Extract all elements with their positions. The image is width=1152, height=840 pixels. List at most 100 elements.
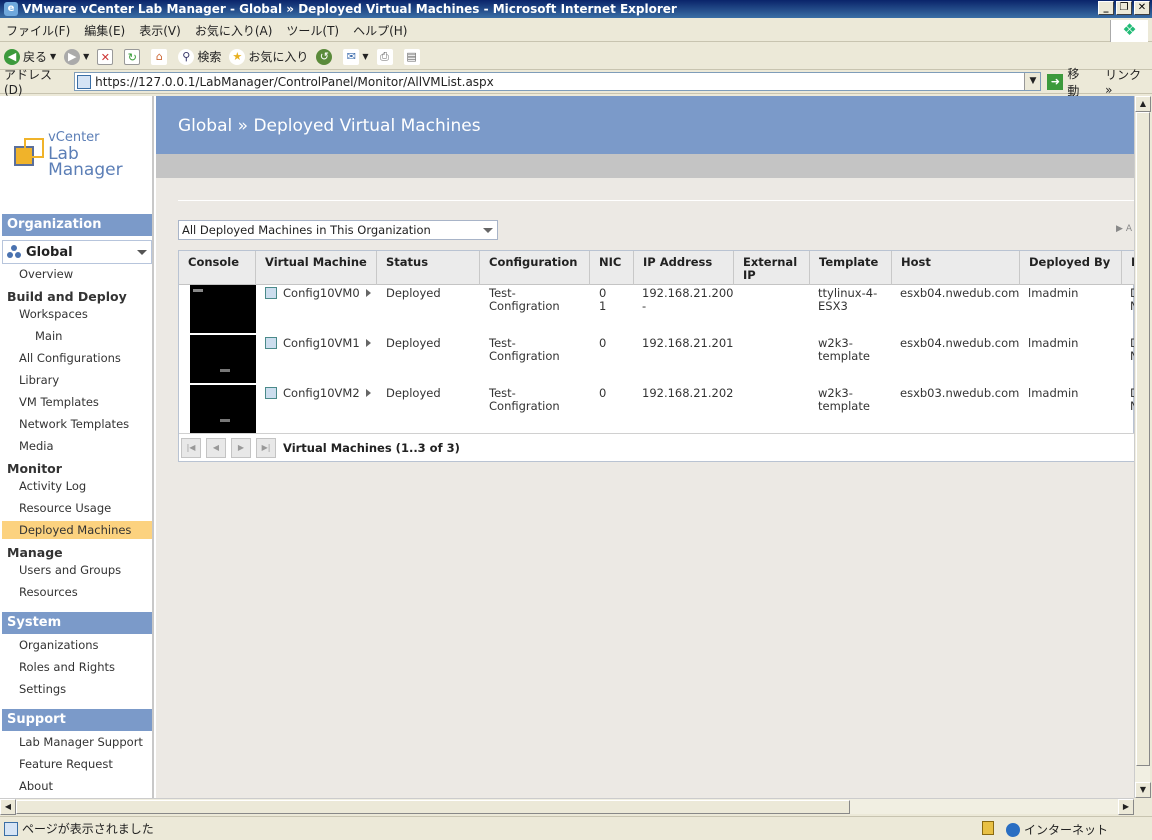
- menu-view[interactable]: 表示(V): [139, 22, 181, 39]
- chevron-down-icon[interactable]: ▼: [362, 52, 368, 61]
- sidebar-item-roles-rights[interactable]: Roles and Rights: [2, 658, 152, 676]
- sidebar-item-deployed-machines[interactable]: Deployed Machines: [2, 521, 152, 539]
- address-url[interactable]: https://127.0.0.1/LabManager/ControlPane…: [95, 75, 494, 89]
- col-ip-address[interactable]: IP Address: [634, 251, 734, 285]
- vertical-scrollbar[interactable]: ▲ ▼: [1134, 96, 1151, 798]
- address-input[interactable]: https://127.0.0.1/LabManager/ControlPane…: [74, 72, 1042, 91]
- scroll-up-icon[interactable]: ▲: [1135, 96, 1151, 112]
- favorites-button[interactable]: ★ お気に入り: [229, 48, 308, 65]
- document-icon: ▤: [403, 48, 420, 65]
- history-button[interactable]: ↺: [316, 48, 335, 65]
- next-page-button[interactable]: ▶: [231, 437, 251, 458]
- back-arrow-icon: ◀: [4, 48, 20, 65]
- col-nic[interactable]: NIC: [590, 251, 634, 285]
- menu-edit[interactable]: 編集(E): [84, 22, 125, 39]
- col-virtual-machine[interactable]: Virtual Machine: [256, 251, 377, 285]
- home-button[interactable]: ⌂: [151, 48, 170, 65]
- close-button[interactable]: ✕: [1134, 1, 1150, 15]
- status-bar: ページが表示されました インターネット: [0, 816, 1152, 840]
- vm-name[interactable]: Config10VM1: [283, 336, 360, 350]
- menu-tools[interactable]: ツール(T): [286, 22, 339, 39]
- sidebar-item-feature-request[interactable]: Feature Request: [2, 755, 152, 773]
- last-page-button[interactable]: ▶|: [256, 437, 276, 458]
- col-template[interactable]: Template: [810, 251, 892, 285]
- search-label: 検索: [197, 50, 222, 64]
- col-status[interactable]: Status: [377, 251, 480, 285]
- sidebar-item-network-templates[interactable]: Network Templates: [2, 415, 152, 433]
- sidebar-item-organizations[interactable]: Organizations: [2, 636, 152, 654]
- context-menu-arrow-icon[interactable]: [365, 339, 371, 347]
- sidebar-item-workspaces[interactable]: Workspaces: [2, 305, 152, 323]
- vm-configuration[interactable]: Test-Configration: [489, 285, 569, 313]
- menu-help[interactable]: ヘルプ(H): [353, 22, 407, 39]
- machine-filter-select[interactable]: All Deployed Machines in This Organizati…: [178, 220, 498, 240]
- scroll-left-icon[interactable]: ◀: [0, 799, 16, 815]
- ie-icon: e: [4, 2, 18, 16]
- chevron-down-icon[interactable]: ▼: [83, 52, 89, 61]
- vm-name[interactable]: Config10VM2: [283, 386, 360, 400]
- sidebar-item-overview[interactable]: Overview: [2, 265, 152, 283]
- chevron-down-icon[interactable]: [483, 228, 493, 233]
- back-button[interactable]: ◀ 戻る ▼: [4, 48, 56, 65]
- sidebar-item-resources[interactable]: Resources: [2, 583, 152, 601]
- scroll-thumb[interactable]: [16, 800, 850, 814]
- console-thumbnail[interactable]: [190, 335, 256, 383]
- sidebar-item-main[interactable]: Main: [2, 327, 152, 345]
- sidebar-item-settings[interactable]: Settings: [2, 680, 152, 698]
- print-button[interactable]: ⎙: [376, 48, 396, 65]
- table-row[interactable]: Config10VM0 Deployed Test-Configration 0…: [179, 285, 1134, 335]
- console-thumbnail[interactable]: [190, 285, 256, 333]
- first-page-button[interactable]: |◀: [181, 437, 201, 458]
- organization-heading: Organization: [2, 214, 152, 236]
- col-console[interactable]: Console: [179, 251, 256, 285]
- more-actions-icon[interactable]: ▶ A: [1116, 224, 1132, 234]
- chevron-down-icon[interactable]: ▼: [1024, 73, 1041, 90]
- sidebar-item-vm-templates[interactable]: VM Templates: [2, 393, 152, 411]
- organization-select[interactable]: Global: [2, 240, 152, 264]
- scroll-thumb[interactable]: [1136, 112, 1150, 766]
- stop-button[interactable]: ✕: [97, 48, 116, 65]
- sidebar-item-resource-usage[interactable]: Resource Usage: [2, 499, 152, 517]
- restore-button[interactable]: ❐: [1116, 1, 1132, 15]
- sidebar-item-activity-log[interactable]: Activity Log: [2, 477, 152, 495]
- main-content: All Deployed Machines in This Organizati…: [156, 178, 1134, 798]
- table-row[interactable]: Config10VM2 Deployed Test-Configration 0…: [179, 385, 1134, 435]
- col-host[interactable]: Host: [892, 251, 1020, 285]
- edit-button[interactable]: ▤: [403, 48, 423, 65]
- col-more[interactable]: I: [1122, 251, 1134, 285]
- forward-button[interactable]: ▶ ▼: [64, 48, 89, 65]
- sidebar-item-all-configurations[interactable]: All Configurations: [2, 349, 152, 367]
- sidebar-item-lm-support[interactable]: Lab Manager Support: [2, 733, 152, 751]
- scroll-right-icon[interactable]: ▶: [1118, 799, 1134, 815]
- console-thumbnail[interactable]: [190, 385, 256, 433]
- menu-file[interactable]: ファイル(F): [6, 22, 70, 39]
- sidebar-item-library[interactable]: Library: [2, 371, 152, 389]
- sidebar-item-media[interactable]: Media: [2, 437, 152, 455]
- col-deployed-by[interactable]: Deployed By: [1020, 251, 1122, 285]
- menu-favorites[interactable]: お気に入り(A): [195, 22, 273, 39]
- context-menu-arrow-icon[interactable]: [365, 389, 371, 397]
- col-configuration[interactable]: Configuration: [480, 251, 590, 285]
- table-row[interactable]: Config10VM1 Deployed Test-Configration 0…: [179, 335, 1134, 385]
- mail-button[interactable]: ✉ ▼: [343, 48, 369, 65]
- vm-configuration[interactable]: Test-Configration: [489, 385, 569, 413]
- sidebar-item-about[interactable]: About: [2, 777, 152, 795]
- chevron-down-icon[interactable]: [137, 250, 147, 255]
- prev-page-button[interactable]: ◀: [206, 437, 226, 458]
- zone-label: インターネット: [1024, 823, 1109, 837]
- refresh-button[interactable]: ↻: [124, 48, 143, 65]
- go-button[interactable]: ➜ 移動: [1047, 65, 1091, 99]
- col-external-ip[interactable]: External IP: [734, 251, 810, 285]
- search-button[interactable]: ⚲ 検索: [178, 48, 221, 65]
- grid-header: Console Virtual Machine Status Configura…: [179, 251, 1134, 285]
- context-menu-arrow-icon[interactable]: [365, 289, 371, 297]
- vm-configuration[interactable]: Test-Configration: [489, 335, 569, 363]
- scroll-down-icon[interactable]: ▼: [1135, 782, 1151, 798]
- horizontal-scrollbar[interactable]: ◀ ▶: [0, 798, 1134, 815]
- chevron-down-icon[interactable]: ▼: [50, 52, 56, 61]
- minimize-button[interactable]: _: [1098, 1, 1114, 15]
- links-button[interactable]: リンク »: [1105, 66, 1152, 97]
- vm-name[interactable]: Config10VM0: [283, 286, 360, 300]
- sidebar-item-users-groups[interactable]: Users and Groups: [2, 561, 152, 579]
- forward-arrow-icon: ▶: [64, 48, 81, 65]
